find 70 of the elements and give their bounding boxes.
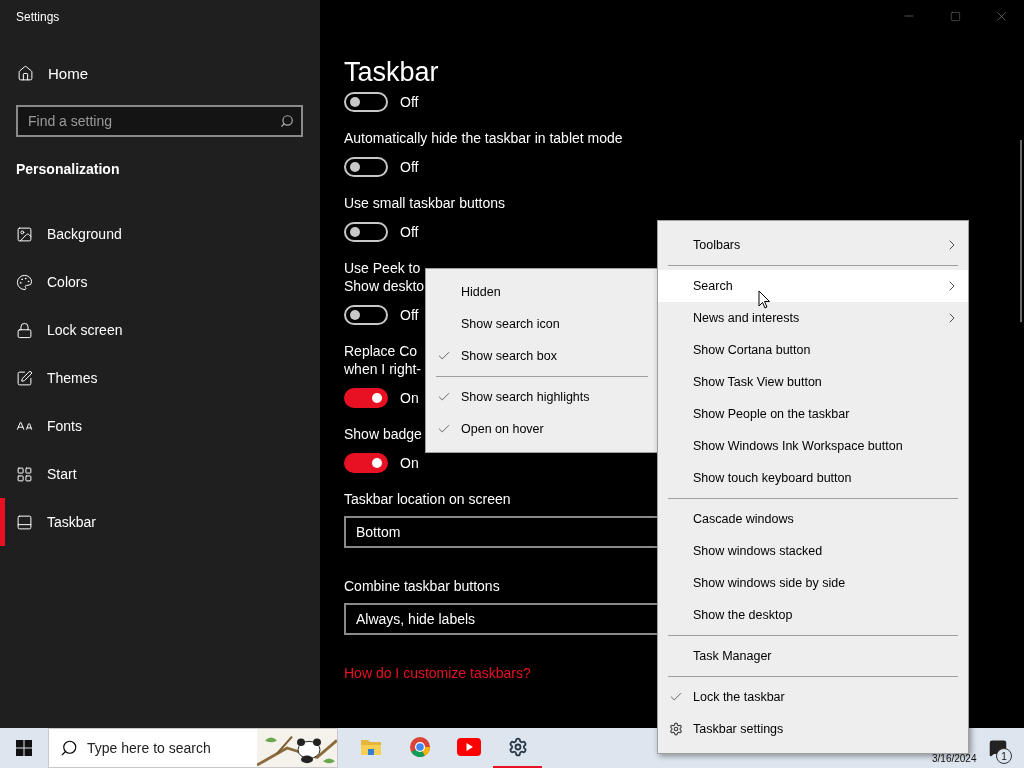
setting-label: Use Peek to [344, 259, 421, 277]
menu-item[interactable]: Task Manager [658, 640, 968, 672]
help-link[interactable]: How do I customize taskbars? [344, 664, 531, 682]
menu-item[interactable]: Toolbars [658, 229, 968, 261]
toggle-state: Off [400, 159, 419, 175]
gear-icon [669, 722, 683, 736]
search-icon [60, 739, 78, 757]
toggle-switch[interactable] [344, 222, 388, 242]
menu-item[interactable]: Show search box [426, 340, 658, 372]
section-heading: Personalization [16, 160, 121, 179]
search-icon [280, 114, 294, 128]
four-squares-icon [16, 740, 32, 756]
video-play-icon [456, 738, 481, 756]
scrollbar[interactable] [1020, 140, 1022, 322]
toggle-switch[interactable] [344, 305, 388, 325]
setting-label: Combine taskbar buttons [344, 577, 500, 595]
window-title: Settings [16, 10, 61, 26]
cursor-icon [758, 290, 771, 309]
setting-label: when I right- [344, 360, 422, 378]
pen-icon [16, 369, 33, 387]
menu-item[interactable]: Show Cortana button [658, 334, 968, 366]
menu-item[interactable]: Hidden [426, 276, 658, 308]
toggle-switch[interactable] [344, 157, 388, 177]
menu-item[interactable]: Show search highlights [426, 381, 658, 413]
setting-label: Taskbar location on screen [344, 490, 511, 508]
grid-icon [16, 465, 33, 483]
menu-item[interactable]: Show search icon [426, 308, 658, 340]
menu-item[interactable]: Search [658, 270, 968, 302]
menu-item[interactable]: Show Windows Ink Workspace button [658, 430, 968, 462]
setting-label: Automatically hide the taskbar in tablet mode [344, 129, 623, 147]
toggle-switch[interactable] [344, 388, 388, 408]
folder-icon [359, 737, 382, 757]
notification-button[interactable]: 1 [978, 728, 1018, 768]
toggle-state: Off [400, 307, 419, 323]
setting-label: Replace Co [344, 342, 418, 360]
palette-icon [16, 273, 33, 291]
toggle-state: On [400, 390, 419, 406]
image-icon [16, 225, 33, 243]
setting-label: Use small taskbar buttons [344, 194, 506, 212]
lock-icon [16, 321, 33, 339]
restore-icon [949, 10, 961, 22]
menu-item[interactable]: News and interests [658, 302, 968, 334]
gear-icon [507, 737, 528, 757]
setting-label: Show badge [344, 425, 422, 443]
menu-item[interactable]: Show windows side by side [658, 567, 968, 599]
search-field[interactable]: Find a setting [16, 105, 303, 137]
menu-item[interactable]: Show touch keyboard button [658, 462, 968, 494]
sidebar-item[interactable]: Start [0, 450, 320, 498]
setting-label: Show deskto [344, 277, 425, 295]
sidebar-item[interactable]: Themes [0, 354, 320, 402]
sidebar-item[interactable]: Lock screen [0, 306, 320, 354]
toggle-state: Off [400, 94, 419, 110]
menu-item[interactable]: Open on hover [426, 413, 658, 445]
toggle-switch[interactable] [344, 453, 388, 473]
panel-icon [16, 513, 33, 531]
page-title: Taskbar [344, 56, 440, 89]
sidebar-item[interactable]: Colors [0, 258, 320, 306]
toggle-state: On [400, 455, 419, 471]
menu-item[interactable]: Show People on the taskbar [658, 398, 968, 430]
sidebar-item[interactable]: Fonts [0, 402, 320, 450]
chrome-icon [408, 736, 431, 758]
home-link[interactable]: Home [17, 61, 320, 85]
home-icon [17, 64, 34, 82]
sidebar-item[interactable]: Background [0, 210, 320, 258]
clock-date: 3/16/2024 [932, 753, 977, 765]
menu-item[interactable]: Lock the taskbar [658, 681, 968, 713]
menu-item[interactable]: Show Task View button [658, 366, 968, 398]
menu-item[interactable]: Taskbar settings [658, 713, 968, 745]
toggle-switch[interactable] [344, 92, 388, 112]
toggle-state: Off [400, 224, 419, 240]
